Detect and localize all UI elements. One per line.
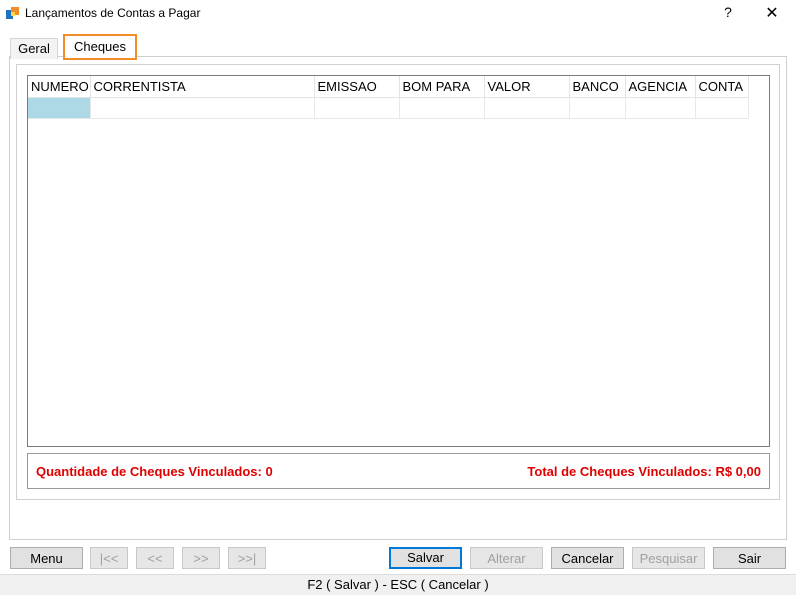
grid-cell[interactable] [484,97,570,119]
col-banco[interactable]: BANCO [569,76,626,98]
grid-cell[interactable] [695,97,749,119]
app-icon [6,7,19,19]
grid-cell-selected[interactable] [28,97,91,119]
col-agencia[interactable]: AGENCIA [625,76,696,98]
quantidade-cheques: Quantidade de Cheques Vinculados: 0 [36,464,273,479]
total-cheques: Total de Cheques Vinculados: R$ 0,00 [527,464,761,479]
grid-cell[interactable] [399,97,485,119]
col-bom-para[interactable]: BOM PARA [399,76,485,98]
save-button[interactable]: Salvar [389,547,462,569]
cheques-summary: Quantidade de Cheques Vinculados: 0 Tota… [27,453,770,489]
grid-cell[interactable] [314,97,400,119]
col-conta[interactable]: CONTA [695,76,749,98]
tab-geral[interactable]: Geral [10,38,58,59]
grid-header-row: NUMERO CORRENTISTA EMISSAO BOM PARA VALO… [28,76,749,98]
title-bar: Lançamentos de Contas a Pagar ? ✕ [0,0,796,28]
cheques-grid[interactable]: NUMERO CORRENTISTA EMISSAO BOM PARA VALO… [27,75,770,447]
edit-button[interactable]: Alterar [470,547,543,569]
table-row[interactable] [28,97,749,119]
status-bar: F2 ( Salvar ) - ESC ( Cancelar ) [0,574,796,595]
first-record-button[interactable]: |<< [90,547,128,569]
col-valor[interactable]: VALOR [484,76,570,98]
grid-cell[interactable] [90,97,315,119]
grid-cell[interactable] [569,97,626,119]
exit-button[interactable]: Sair [713,547,786,569]
close-icon[interactable]: ✕ [762,3,782,23]
window-title: Lançamentos de Contas a Pagar [25,6,201,20]
tab-cheques[interactable]: Cheques [63,34,137,60]
search-button[interactable]: Pesquisar [632,547,705,569]
last-record-button[interactable]: >>| [228,547,266,569]
cancel-button[interactable]: Cancelar [551,547,624,569]
help-button[interactable]: ? [720,4,736,20]
col-emissao[interactable]: EMISSAO [314,76,400,98]
menu-button[interactable]: Menu [10,547,83,569]
next-record-button[interactable]: >> [182,547,220,569]
col-numero[interactable]: NUMERO [28,76,91,98]
grid-cell[interactable] [625,97,696,119]
col-correntista[interactable]: CORRENTISTA [90,76,315,98]
previous-record-button[interactable]: << [136,547,174,569]
